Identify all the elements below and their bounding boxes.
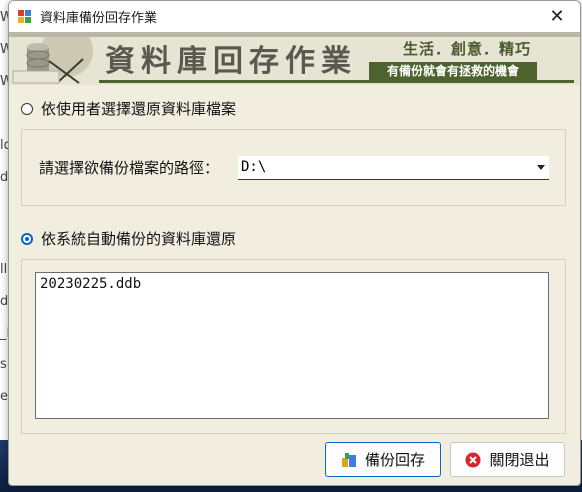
auto-restore-label: 依系統自動備份的資料庫還原 — [41, 230, 237, 248]
database-restore-icon — [341, 452, 356, 467]
close-circle-icon — [465, 452, 481, 467]
auto-restore-option[interactable]: 依系統自動備份的資料庫還原 — [21, 228, 236, 249]
backup-file-list[interactable]: 20230225.ddb — [35, 272, 549, 419]
header-banner: 資料庫回存作業 生活．創意．精巧 有備份就會有拯救的機會 — [9, 32, 580, 85]
title-bar[interactable]: 資料庫備份回存作業 ✕ — [9, 1, 580, 32]
exit-button-label: 關閉退出 — [489, 451, 550, 469]
desktop-text-fragment: _Li — [0, 326, 8, 341]
banner-subtitle: 有備份就會有拯救的機會 — [369, 62, 537, 80]
restore-button[interactable]: 備份回存 — [325, 442, 441, 477]
restore-button-label: 備份回存 — [364, 451, 425, 469]
manual-restore-label: 依使用者選擇還原資料庫檔案 — [41, 100, 237, 118]
desktop-text-fragment: ll — [0, 262, 8, 277]
manual-restore-option[interactable]: 依使用者選擇還原資料庫檔案 — [21, 98, 236, 119]
desktop-text-fragment: er — [0, 389, 8, 404]
path-label: 請選擇欲備份檔案的路徑： — [39, 159, 220, 177]
database-illustration-icon — [12, 37, 93, 84]
desktop-text-fragment: d — [0, 294, 8, 309]
restore-dialog: 資料庫備份回存作業 ✕ 資料庫回存作業 生活．創意．精巧 有備份就會有拯救的機會… — [8, 0, 581, 486]
manual-restore-radio[interactable] — [21, 102, 33, 115]
desktop-text-fragment: W — [0, 42, 8, 57]
path-select[interactable]: D:\ — [238, 156, 549, 180]
banner-title: 資料庫回存作業 — [105, 44, 357, 79]
desktop-text-fragment: W — [0, 74, 8, 89]
desktop-text-fragment: W — [0, 10, 8, 25]
backup-file-item[interactable]: 20230225.ddb — [40, 276, 544, 292]
close-icon: ✕ — [549, 6, 565, 27]
desktop-text-fragment: d — [0, 170, 8, 185]
exit-button[interactable]: 關閉退出 — [450, 442, 565, 477]
auto-restore-radio[interactable] — [21, 232, 33, 245]
banner-slogan: 生活．創意．精巧 — [402, 40, 531, 58]
path-value: D:\ — [241, 159, 267, 175]
desktop-text-fragment: s. — [0, 357, 8, 372]
window-title: 資料庫備份回存作業 — [40, 11, 158, 26]
app-icon — [18, 9, 32, 24]
chevron-down-icon — [537, 165, 545, 170]
desktop-text-fragment: ld — [0, 138, 8, 153]
close-button[interactable]: ✕ — [534, 1, 580, 32]
